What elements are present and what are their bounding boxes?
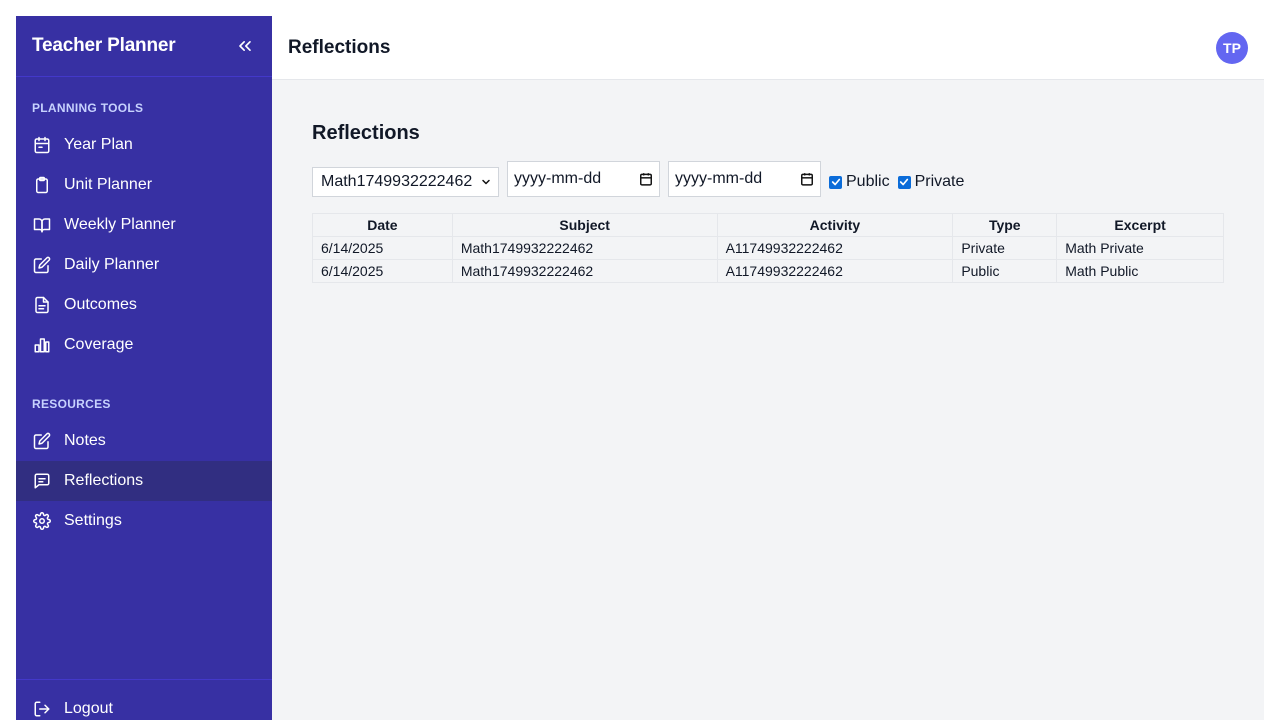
date-from-input[interactable]: yyyy-mm-dd (507, 161, 660, 197)
topbar: Reflections TP (272, 16, 1264, 80)
document-icon (32, 295, 52, 315)
sidebar-item-label: Weekly Planner (64, 216, 176, 233)
sidebar-item-notes[interactable]: Notes (16, 421, 272, 461)
collapse-sidebar-button[interactable] (234, 35, 256, 57)
sidebar-footer: Logout (16, 679, 272, 720)
filters-bar: Math1749932222462 yyyy-mm-dd yyyy-mm-dd … (312, 161, 1224, 197)
cell-subject: Math1749932222462 (451, 236, 718, 260)
checkbox-checked-icon[interactable] (829, 175, 842, 189)
subject-select[interactable]: Math1749932222462 (312, 167, 499, 197)
sidebar-item-label: Coverage (64, 336, 134, 353)
edit-icon (32, 255, 52, 275)
reflections-heading: Reflections (312, 122, 420, 144)
column-header-date[interactable]: Date (312, 213, 453, 237)
sidebar-item-outcomes[interactable]: Outcomes (16, 285, 272, 325)
book-open-icon (32, 215, 52, 235)
resources-nav: Notes Reflections Settings (16, 421, 272, 541)
column-header-type[interactable]: Type (952, 213, 1058, 237)
avatar[interactable]: TP (1216, 31, 1248, 64)
cell-subject: Math1749932222462 (451, 259, 718, 283)
sidebar-item-label: Reflections (64, 472, 144, 489)
main-area: Reflections TP Reflections Math174993222… (272, 16, 1264, 720)
private-label: Private (914, 173, 965, 190)
content: Reflections Math1749932222462 yyyy-mm-dd… (272, 80, 1264, 323)
sidebar-item-label: Outcomes (64, 296, 137, 313)
app-shell: Teacher Planner PLANNING TOOLS Year Plan… (16, 16, 1264, 720)
cell-date: 6/14/2025 (312, 259, 453, 283)
chat-icon (32, 471, 52, 491)
sidebar-item-label: Settings (64, 512, 122, 529)
table-row[interactable]: 6/14/2025 Math1749932222462 A11749932222… (312, 236, 1224, 260)
sidebar-item-settings[interactable]: Settings (16, 501, 272, 541)
clipboard-icon (32, 175, 52, 195)
checkbox-checked-icon[interactable] (897, 175, 911, 189)
sidebar-item-year-plan[interactable]: Year Plan (16, 125, 272, 165)
cell-excerpt: Math Public (1056, 259, 1224, 283)
cell-type: Private (952, 236, 1058, 260)
private-checkbox[interactable]: Private (897, 173, 965, 191)
planning-nav: Year Plan Unit Planner Weekly Planner Da… (16, 125, 272, 365)
cell-excerpt: Math Private (1056, 236, 1224, 260)
chevrons-left-icon (239, 41, 251, 52)
logout-button[interactable]: Logout (16, 689, 272, 720)
page-title: Reflections (288, 36, 391, 58)
sidebar-item-label: Daily Planner (64, 256, 160, 273)
reflections-table: Date Subject Activity Type Excerpt 6/14/… (312, 213, 1224, 283)
app-title: Teacher Planner (32, 35, 176, 56)
sidebar-header: Teacher Planner (16, 16, 272, 77)
cell-activity: A11749932222462 (716, 236, 954, 260)
calendar-icon (801, 173, 813, 186)
sidebar: Teacher Planner PLANNING TOOLS Year Plan… (16, 16, 272, 720)
subject-select-value: Math1749932222462 (321, 173, 473, 190)
sidebar-item-daily-planner[interactable]: Daily Planner (16, 245, 272, 285)
cell-type: Public (952, 259, 1058, 283)
sidebar-item-label: Year Plan (64, 136, 133, 153)
section-planning-tools: PLANNING TOOLS (32, 101, 144, 115)
logout-label: Logout (64, 700, 113, 717)
sidebar-item-label: Notes (64, 432, 106, 449)
date-to-input[interactable]: yyyy-mm-dd (668, 161, 821, 197)
calendar-icon (32, 135, 52, 155)
chevron-down-icon (482, 179, 490, 185)
column-header-activity[interactable]: Activity (716, 213, 954, 237)
sidebar-item-unit-planner[interactable]: Unit Planner (16, 165, 272, 205)
sidebar-item-label: Unit Planner (64, 176, 153, 193)
column-header-subject[interactable]: Subject (451, 213, 718, 237)
edit-icon (32, 431, 52, 451)
public-checkbox[interactable]: Public (829, 173, 890, 191)
table-row[interactable]: 6/14/2025 Math1749932222462 A11749932222… (312, 259, 1224, 283)
sidebar-item-reflections[interactable]: Reflections (16, 461, 272, 501)
date-to-placeholder: yyyy-mm-dd (675, 170, 763, 187)
section-resources: RESOURCES (32, 397, 111, 411)
cell-activity: A11749932222462 (716, 259, 954, 283)
date-from-placeholder: yyyy-mm-dd (514, 170, 602, 187)
logout-icon (32, 699, 52, 719)
public-label: Public (846, 173, 890, 190)
chart-icon (32, 335, 52, 355)
gear-icon (32, 511, 52, 531)
column-header-excerpt[interactable]: Excerpt (1056, 213, 1224, 237)
sidebar-item-weekly-planner[interactable]: Weekly Planner (16, 205, 272, 245)
table-header-row: Date Subject Activity Type Excerpt (312, 213, 1224, 237)
sidebar-item-coverage[interactable]: Coverage (16, 325, 272, 365)
calendar-icon (640, 173, 652, 186)
cell-date: 6/14/2025 (312, 236, 453, 260)
